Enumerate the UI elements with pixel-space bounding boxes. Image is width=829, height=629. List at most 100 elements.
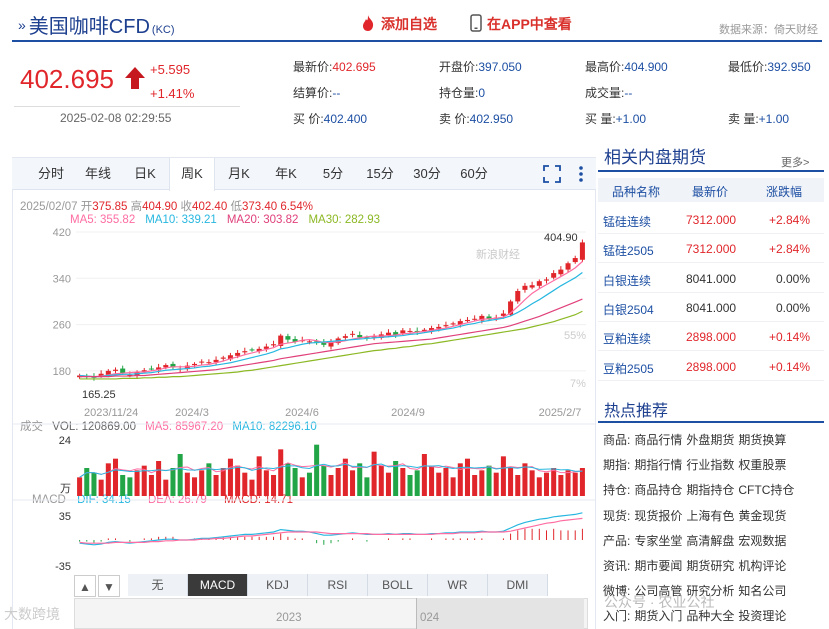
indicator-tab[interactable]: RSI: [308, 574, 368, 596]
volume-bar: [493, 472, 499, 496]
hot-link[interactable]: 期货研究: [686, 559, 734, 573]
volume-bar: [271, 475, 277, 496]
macd-dea-line: [79, 517, 583, 544]
more-link[interactable]: 更多>: [781, 154, 809, 170]
future-price: 8041.000: [686, 300, 737, 315]
hot-link[interactable]: 权重股票: [738, 458, 786, 472]
related-futures-row[interactable]: 豆粕连续 2898.000 +0.14%: [598, 322, 824, 352]
future-pct: 0.00%: [775, 300, 810, 315]
candle-body: [112, 369, 119, 371]
volume-bar: [529, 470, 535, 496]
related-futures-row[interactable]: 白银2504 8041.000 0.00%: [598, 293, 824, 322]
future-name[interactable]: 锰硅2505: [603, 242, 654, 259]
related-futures-row[interactable]: 豆粕2505 2898.000 +0.14%: [598, 352, 824, 381]
volume-bar: [522, 463, 528, 496]
hot-recommend-row: 商品: 商品行情 外盘期货 期货换算: [603, 431, 786, 448]
hot-link[interactable]: 商品持仓: [634, 483, 682, 497]
volume-bar: [77, 477, 83, 496]
candle-body: [472, 318, 478, 320]
hot-link[interactable]: 期市要闻: [634, 559, 682, 573]
hot-link[interactable]: 宏观数据: [738, 534, 786, 548]
indicator-tab[interactable]: BOLL: [368, 574, 428, 596]
volume-bar: [335, 468, 341, 496]
hot-link[interactable]: 上海有色: [686, 509, 734, 523]
future-name[interactable]: 锰硅连续: [603, 213, 651, 230]
future-name[interactable]: 白银连续: [603, 272, 651, 289]
volume-bar: [299, 477, 305, 496]
future-name[interactable]: 豆粕连续: [603, 330, 651, 347]
hot-link[interactable]: 期指行情: [634, 458, 682, 472]
watermark: 公众号 · 农业公社: [604, 594, 715, 610]
indicator-tab[interactable]: DMI: [488, 574, 548, 596]
divider: [598, 421, 824, 423]
hot-category: 持仓:: [603, 483, 631, 498]
volume-bar: [127, 477, 133, 496]
min-price-label: 165.25: [82, 389, 116, 401]
volume-bar: [414, 470, 420, 496]
hot-link[interactable]: 行业指数: [686, 458, 734, 472]
range-navigator-window[interactable]: [416, 598, 584, 629]
hot-link[interactable]: 专家坐堂: [634, 534, 682, 548]
candle-body: [515, 291, 521, 302]
candle-body: [199, 361, 205, 363]
hot-category: 现货:: [603, 508, 631, 523]
volume-axis-label: 24: [59, 435, 71, 447]
volume-bar: [220, 468, 226, 496]
future-name[interactable]: 豆粕2505: [603, 360, 654, 377]
volume-bar: [443, 468, 449, 496]
future-pct: +2.84%: [768, 213, 810, 227]
hot-link[interactable]: 现货报价: [634, 509, 682, 523]
volume-bar: [177, 454, 183, 496]
candle-body: [285, 336, 291, 340]
related-futures-row[interactable]: 锰硅连续 7312.000 +2.84%: [598, 205, 824, 234]
related-futures-title: 相关内盘期货: [604, 148, 706, 167]
hot-link[interactable]: 期指持仓: [686, 483, 734, 497]
candle-body: [565, 263, 571, 270]
nav-right-button[interactable]: ▼: [98, 575, 120, 597]
x-tick-label: 2023/11/24: [84, 407, 138, 419]
indicator-tab[interactable]: KDJ: [248, 574, 308, 596]
volume-bar: [148, 475, 154, 496]
macd-axis-label: -35: [55, 561, 71, 573]
future-name[interactable]: 白银2504: [603, 301, 654, 318]
hot-link[interactable]: 高清解盘: [686, 534, 734, 548]
related-futures-row[interactable]: 白银连续 8041.000 0.00%: [598, 264, 824, 293]
candle-body: [357, 334, 363, 338]
future-price: 2898.000: [686, 330, 737, 345]
hot-link[interactable]: 知名公司: [738, 584, 786, 598]
candle-body: [464, 319, 470, 322]
future-pct: +0.14%: [768, 330, 810, 345]
volume-bar: [184, 472, 190, 496]
nav-left-button[interactable]: ▲: [74, 575, 96, 597]
x-tick-label: 2025/2/7: [539, 407, 582, 419]
volume-bar: [314, 444, 320, 496]
hot-link[interactable]: 投资理论: [738, 609, 786, 623]
hot-link[interactable]: 机构评论: [738, 559, 786, 573]
related-futures-row[interactable]: 锰硅2505 7312.000 +2.84%: [598, 234, 824, 264]
candle-body: [522, 285, 528, 290]
volume-bar: [572, 472, 578, 496]
volume-bar: [486, 465, 492, 496]
hot-link[interactable]: 黄金现货: [738, 509, 786, 523]
indicator-tab[interactable]: WR: [428, 574, 488, 596]
hot-link[interactable]: CFTC持仓: [738, 483, 794, 497]
indicator-tab[interactable]: 无: [128, 574, 188, 596]
volume-bar: [464, 458, 470, 496]
volume-bar: [235, 465, 241, 496]
hot-link[interactable]: 外盘期货: [686, 433, 734, 447]
hot-link[interactable]: 期货换算: [738, 433, 786, 447]
volume-bar: [429, 465, 435, 496]
volume-bar: [450, 477, 456, 496]
candle-body: [400, 330, 406, 334]
volume-bar: [98, 479, 104, 496]
indicator-tab[interactable]: MACD: [188, 574, 248, 596]
candle-body: [328, 342, 334, 347]
volume-bar: [199, 470, 205, 496]
nav-year: 024: [420, 612, 440, 624]
candle-body: [249, 349, 255, 351]
x-tick-label: 2024/3: [175, 407, 209, 419]
watermark: 大数跨境: [4, 606, 60, 622]
pct-axis-label: 7%: [570, 378, 586, 390]
candle-body: [572, 258, 578, 263]
hot-link[interactable]: 商品行情: [634, 433, 682, 447]
